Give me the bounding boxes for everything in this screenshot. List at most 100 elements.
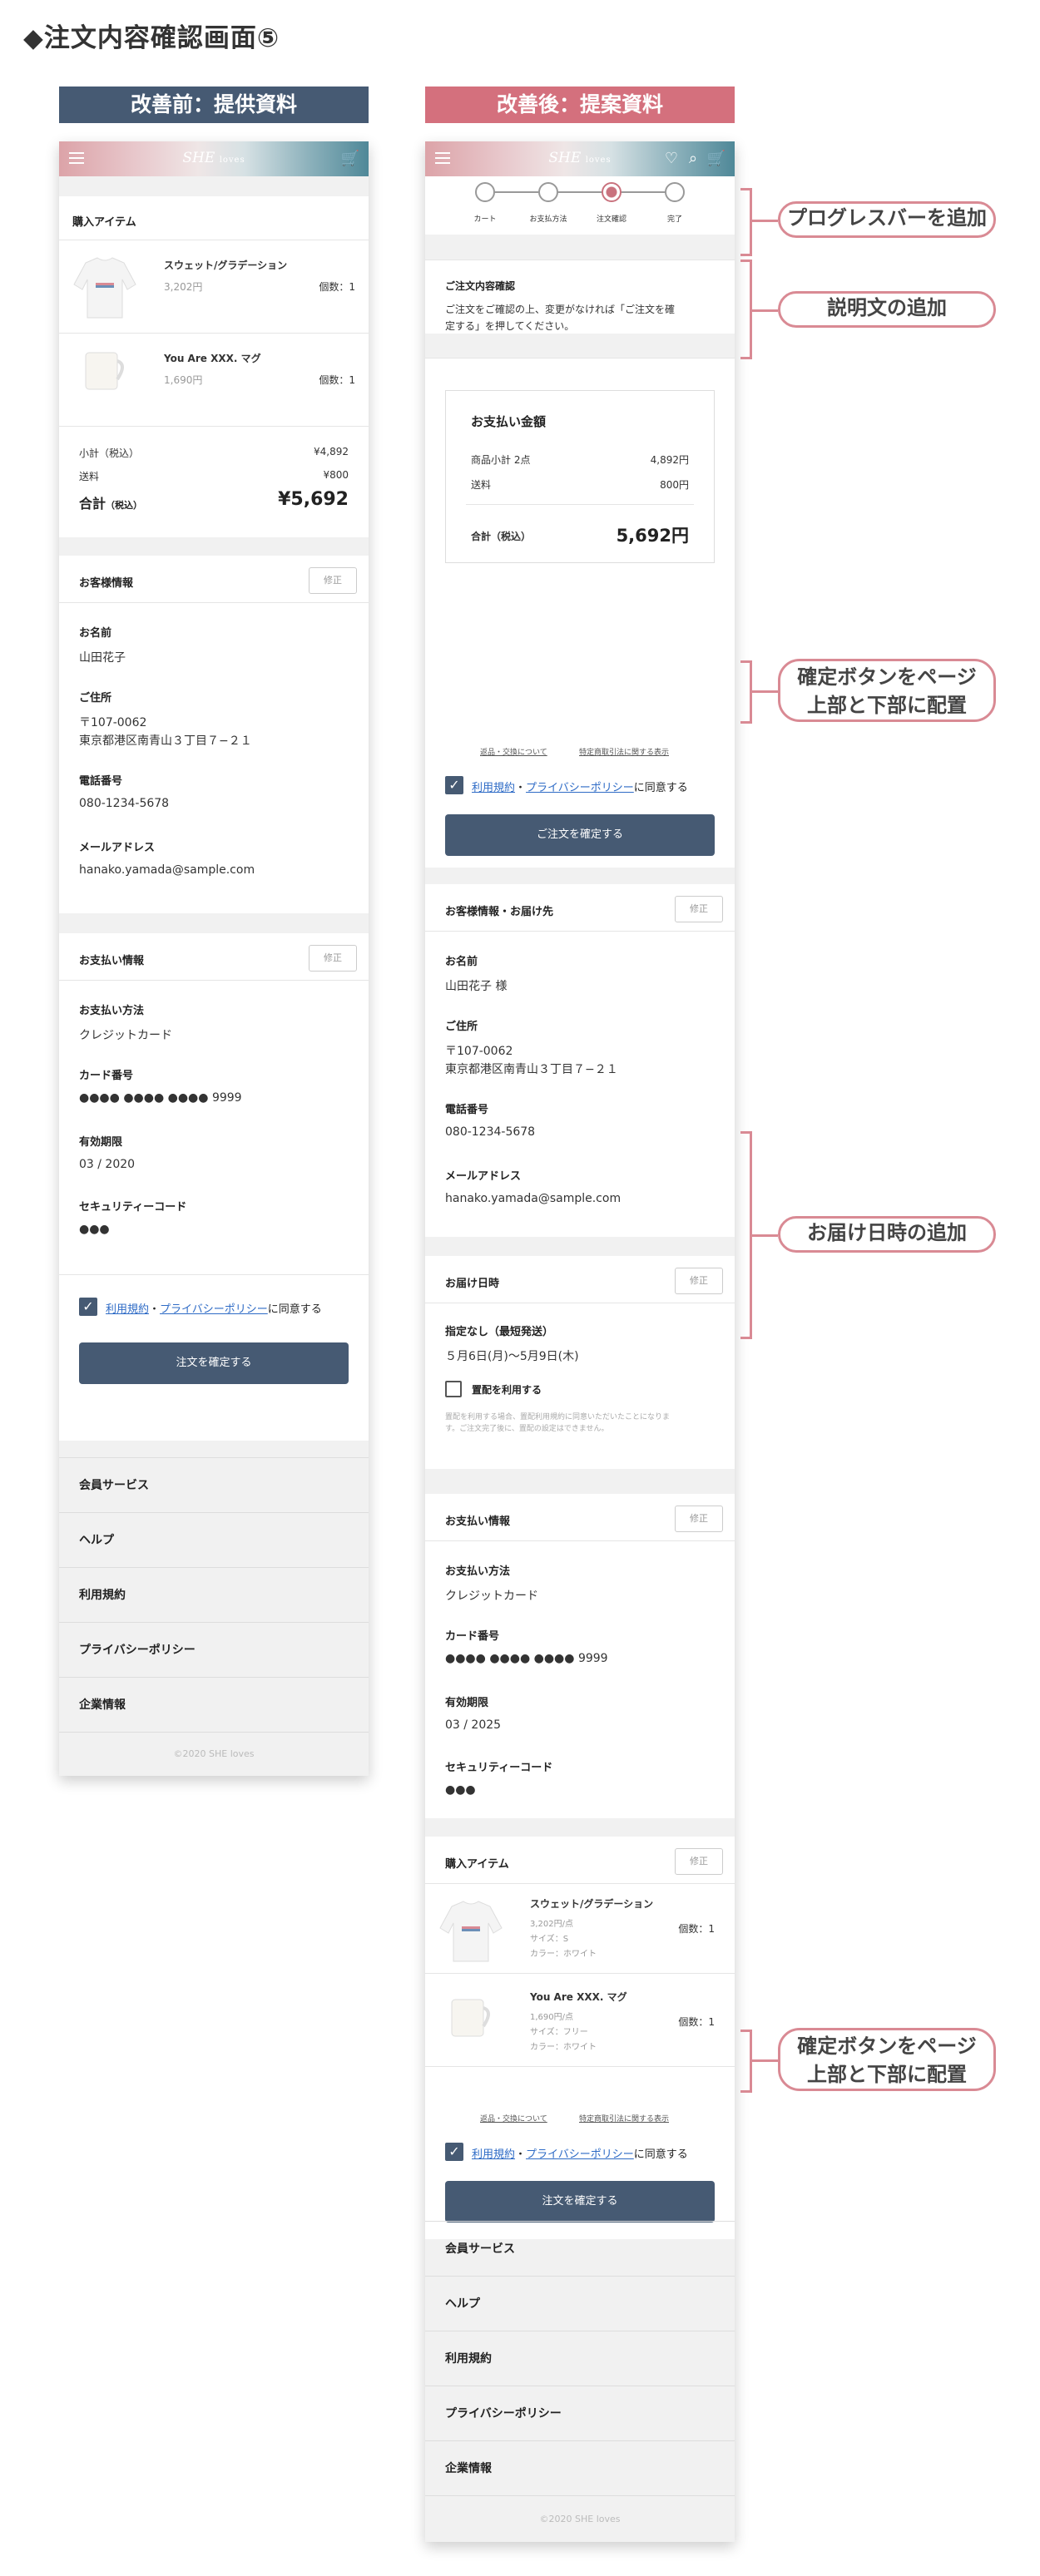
field-label: 有効期限 [445,1697,489,1709]
mug-image [85,352,124,390]
progress-step [538,182,558,202]
field-value: 03 / 2025 [445,1718,502,1732]
summary-title: お支払い金額 [471,414,547,429]
field-label: お支払い方法 [79,1005,145,1017]
item-name: スウェット/グラデーション [530,1898,654,1910]
cart-icon[interactable]: 🛒 [706,149,726,169]
item-name: You Are XXX. マグ [530,1991,627,2003]
purchase-items-card: 購入アイテム 修正 スウェット/グラデーション 3,202円/点 サイズ：S カ… [425,1837,735,2239]
delivery-date-card: お届け日時 修正 指定なし（最短発送） ５月6日(月)〜5月9日(木) 置配を利… [425,1256,735,1469]
section-title: 購入アイテム [445,1858,509,1871]
progress-step [475,182,495,202]
cart-icon[interactable]: 🛒 [340,149,360,169]
edit-button[interactable]: 修正 [675,1848,723,1875]
after-banner: 改善後：提案資料 [425,87,735,123]
customer-delivery-card: お客様情報・お届け先 修正 お名前 山田花子 様 ご住所 〒107-0062 東… [425,884,735,1237]
annotation-connector [752,309,778,312]
confirm-order-button-top[interactable]: ご注文を確定する [445,814,715,856]
field-value: 080-1234-5678 [445,1125,536,1139]
footer-link[interactable]: 利用規約 [59,1567,369,1622]
edit-button[interactable]: 修正 [675,1506,723,1532]
progress-label: カート [473,215,497,224]
returns-link[interactable]: 返品・交換について [480,2113,547,2124]
terms-link[interactable]: 利用規約 [106,1303,149,1316]
annotation-description: 説明文の追加 [778,291,996,328]
privacy-link[interactable]: プライバシーポリシー [160,1303,268,1316]
confirm-order-button-bottom[interactable]: 注文を確定する [445,2181,715,2222]
commercial-law-link[interactable]: 特定商取引法に関する表示 [579,2113,669,2124]
shipping-label: 送料 [471,479,492,491]
copyright: ©2020 SHE loves [539,2514,621,2524]
field-value: 〒107-0062 [445,1045,513,1058]
search-icon[interactable]: ⌕ [683,149,703,169]
footer-link[interactable]: 企業情報 [59,1677,369,1732]
subtotal-value: ¥4,892 [314,446,349,457]
total-value: 5,692円 [616,526,689,546]
edit-button[interactable]: 修正 [675,1268,723,1294]
intro-text: ご注文をご確認の上、変更がなければ「ご注文を確 [445,304,676,315]
footer-link[interactable]: ヘルプ [425,2276,735,2331]
field-label: お名前 [445,956,478,968]
field-value: 080-1234-5678 [79,797,170,810]
privacy-link[interactable]: プライバシーポリシー [526,782,634,794]
agree-checkbox[interactable]: ✓ [79,1298,97,1316]
returns-link[interactable]: 返品・交換について [480,746,547,757]
site-header: SHE loves ♡ ⌕ 🛒 [425,141,735,176]
progress-label: お支払方法 [529,215,567,224]
section-title: お客様情報・お届け先 [445,906,554,918]
item-price: 1,690円/点 [530,2013,573,2022]
edit-button[interactable]: 修正 [309,945,357,972]
item-price: 1,690円 [164,374,203,386]
total-label: 合計（税込） [79,496,143,512]
agree-checkbox[interactable]: ✓ [445,2143,463,2161]
commercial-law-link[interactable]: 特定商取引法に関する表示 [579,746,669,757]
place-delivery-checkbox[interactable] [445,1381,462,1397]
payment-info-card: お支払い情報 修正 お支払い方法 クレジットカード カード番号 ●●●● ●●●… [59,933,369,1441]
edit-button[interactable]: 修正 [675,896,723,922]
item-qty: 個数：1 [319,374,355,386]
terms-link[interactable]: 利用規約 [472,2148,515,2161]
payment-info-card: お支払い情報 修正 お支払い方法 クレジットカード カード番号 ●●●● ●●●… [425,1494,735,1818]
field-value: 東京都港区南青山３丁目７−２１ [445,1063,618,1076]
delivery-option[interactable]: 指定なし（最短発送） [445,1323,553,1338]
field-label: お名前 [79,627,112,640]
place-delivery-note: 置配を利用する場合、置配利用規約に同意いただいたことになりま [445,1413,671,1421]
terms-link[interactable]: 利用規約 [472,782,515,794]
progress-step [665,182,685,202]
total-value: ¥5,692 [278,489,349,510]
page-title: ◆注文内容確認画面⑤ [23,23,280,53]
progress-label: 完了 [666,215,682,224]
agree-checkbox[interactable]: ✓ [445,776,463,794]
annotation-connector [752,2059,778,2062]
footer-link[interactable]: プライバシーポリシー [425,2386,735,2440]
customer-info-card: お客様情報 修正 お名前 山田花子 ご住所 〒107-0062 東京都港区南青山… [59,556,369,913]
field-label: お支払い方法 [445,1565,511,1578]
after-phone-screen: SHE loves ♡ ⌕ 🛒 カート お支払方法 注文確認 完了 ご注文内容確… [425,141,735,2542]
annotation-bracket [740,660,752,724]
confirm-order-button[interactable]: 注文を確定する [79,1342,349,1384]
heart-icon[interactable]: ♡ [661,149,681,169]
edit-button[interactable]: 修正 [309,567,357,594]
field-value: 東京都港区南青山３丁目７−２１ [79,734,252,748]
item-qty: 個数：1 [678,1923,715,1935]
before-phone-screen: SHE loves 🛒 購入アイテム スウェット/グラデーション 3,202円 … [59,141,369,1776]
section-title: お客様情報 [79,577,134,590]
subtotal-label: 商品小計 2点 [471,454,531,466]
site-logo[interactable]: SHE loves [59,150,369,166]
footer-link[interactable]: 会員サービス [425,2221,735,2276]
footer-link[interactable]: 企業情報 [425,2440,735,2495]
agree-text: 利用規約・プライバシーポリシーに同意する [472,2148,688,2161]
footer-link[interactable]: 利用規約 [425,2331,735,2386]
footer-link[interactable]: 会員サービス [59,1457,369,1512]
field-value: hanako.yamada@sample.com [79,863,255,877]
annotation-progress: プログレスバーを追加 [778,201,996,238]
annotation-bracket [740,1131,752,1339]
place-delivery-note: す。ご注文完了後に、置配の設定はできません。 [445,1425,609,1433]
annotation-connector [752,220,778,222]
annotation-confirm-bottom: 確定ボタンをページ 上部と下部に配置 [778,2028,996,2091]
item-qty: 個数：1 [678,2016,715,2028]
field-label: メールアドレス [79,842,156,854]
privacy-link[interactable]: プライバシーポリシー [526,2148,634,2161]
footer-link[interactable]: ヘルプ [59,1512,369,1567]
footer-link[interactable]: プライバシーポリシー [59,1622,369,1677]
